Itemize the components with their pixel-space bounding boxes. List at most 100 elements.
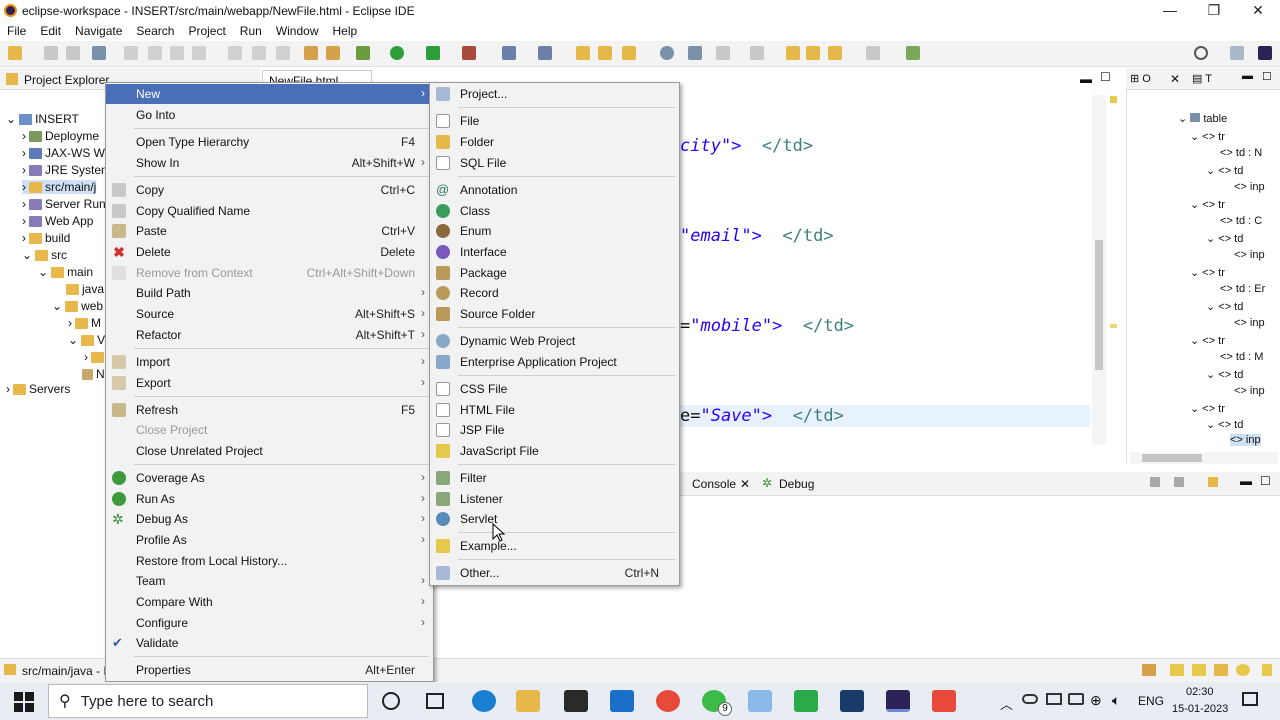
new-item-jsp-file[interactable]: JSP File <box>430 420 679 440</box>
menu-item-remove-from-context[interactable]: Remove from Context Ctrl+Alt+Shift+Down <box>106 263 433 283</box>
camtasia-icon[interactable] <box>794 690 818 712</box>
skip-breakpoints-icon[interactable] <box>124 46 138 60</box>
notification-center-icon[interactable] <box>1242 692 1258 706</box>
monitor-icon[interactable] <box>1046 693 1062 705</box>
menu-navigate[interactable]: Navigate <box>68 22 129 38</box>
pin-editor-icon[interactable] <box>906 46 920 60</box>
console-output[interactable] <box>680 496 1280 660</box>
tree-item-src[interactable]: ⌄ src <box>22 248 67 262</box>
new-item-filter[interactable]: Filter <box>430 468 679 488</box>
back-icon[interactable] <box>806 46 820 60</box>
menu-item-restore-local-history[interactable]: Restore from Local History... <box>106 551 433 571</box>
outline-item[interactable]: <> inp <box>1234 181 1265 193</box>
menu-item-paste[interactable]: Paste Ctrl+V <box>106 221 433 241</box>
console-tab[interactable]: Console <box>692 477 736 491</box>
web-browser-icon[interactable] <box>660 46 674 60</box>
expand-arrow-icon[interactable]: ⌄ <box>6 112 16 126</box>
outline-horizontal-scrollbar[interactable] <box>1130 452 1278 464</box>
outline-item[interactable]: ⌄ <> tr <box>1190 266 1225 279</box>
outline-item[interactable]: ⌄ <> td <box>1206 300 1243 313</box>
menu-item-coverage-as[interactable]: Coverage As › <box>106 468 433 488</box>
menu-item-run-as[interactable]: Run As › <box>106 489 433 509</box>
forward-icon[interactable] <box>828 46 842 60</box>
new-item-other[interactable]: Other... Ctrl+N <box>430 563 679 583</box>
new-item-listener[interactable]: Listener <box>430 489 679 509</box>
menu-edit[interactable]: Edit <box>33 22 68 38</box>
new-item-example[interactable]: Example... <box>430 536 679 556</box>
tree-item-java[interactable]: java <box>66 282 104 296</box>
menu-project[interactable]: Project <box>181 22 232 38</box>
menu-item-open-type-hierarchy[interactable]: Open Type Hierarchy F4 <box>106 132 433 152</box>
tree-item-newfile[interactable]: N <box>82 367 105 381</box>
tree-item-main[interactable]: ⌄ main <box>38 265 93 279</box>
search-toolbar-icon[interactable] <box>622 46 636 60</box>
menu-item-close-unrelated-project[interactable]: Close Unrelated Project <box>106 441 433 461</box>
step-return-icon[interactable] <box>276 46 290 60</box>
external-tools-icon[interactable] <box>462 46 476 60</box>
tree-item-meta-inf[interactable]: › M <box>68 316 101 330</box>
suspend-icon[interactable] <box>170 46 184 60</box>
volume-icon[interactable]: 🔈︎ <box>1112 692 1120 709</box>
eclipse-taskbar-icon[interactable] <box>886 690 910 712</box>
new-item-source-folder[interactable]: Source Folder <box>430 304 679 324</box>
code-line-4[interactable]: e="Save"> </td> <box>680 406 844 426</box>
tree-item-deployment[interactable]: › Deployme <box>22 129 99 143</box>
resume-icon[interactable] <box>148 46 162 60</box>
console-pin-icon[interactable] <box>1150 477 1160 487</box>
language-indicator[interactable]: ENG <box>1138 694 1164 708</box>
menu-item-close-project[interactable]: Close Project <box>106 420 433 440</box>
menu-item-compare-with[interactable]: Compare With › <box>106 592 433 612</box>
outline-item[interactable]: ⌄ <> td <box>1206 164 1243 177</box>
new-item-annotation[interactable]: @ Annotation <box>430 180 679 200</box>
new-item-file[interactable]: File <box>430 111 679 131</box>
new-item-record[interactable]: Record <box>430 283 679 303</box>
open-console-icon[interactable] <box>1208 477 1218 487</box>
new-java-class-icon[interactable] <box>538 46 552 60</box>
new-item-html-file[interactable]: HTML File <box>430 400 679 420</box>
minimize-console-icon[interactable]: ▬ <box>1240 474 1252 488</box>
outline-item[interactable]: ⌄ <> td <box>1206 368 1243 381</box>
menu-run[interactable]: Run <box>233 22 269 38</box>
terminate-icon[interactable] <box>192 46 206 60</box>
save-icon[interactable] <box>44 46 58 60</box>
outline-item[interactable]: ⌄ <> tr <box>1190 334 1225 347</box>
minimize-editor-icon[interactable]: ▬ <box>1080 72 1092 86</box>
forward-history-icon[interactable] <box>866 46 880 60</box>
chrome-icon[interactable] <box>656 690 680 712</box>
maximize-editor-icon[interactable]: ☐ <box>1100 70 1111 84</box>
new-item-enterprise-application-project[interactable]: Enterprise Application Project <box>430 352 679 372</box>
status-tool-icon[interactable] <box>1170 664 1184 676</box>
outline-item[interactable]: <> td : N <box>1220 147 1262 159</box>
outline-item[interactable]: <> td : Er <box>1220 283 1265 295</box>
outline-item[interactable]: <> td : M <box>1220 351 1263 363</box>
menu-item-refactor[interactable]: Refactor Alt+Shift+T › <box>106 325 433 345</box>
menu-item-export[interactable]: Export › <box>106 373 433 393</box>
windows-start-icon[interactable] <box>14 692 34 712</box>
outline-item[interactable]: ⌄ <> td <box>1206 418 1243 431</box>
menu-item-new[interactable]: New › <box>106 84 433 104</box>
outline-item[interactable]: ⌄ <> tr <box>1190 198 1225 211</box>
debug-tab[interactable]: Debug <box>779 477 814 491</box>
new-item-sql-file[interactable]: SQL File <box>430 153 679 173</box>
tree-item-lib[interactable]: › <box>84 350 104 364</box>
menu-item-import[interactable]: Import › <box>106 352 433 372</box>
debug-icon[interactable] <box>356 46 370 60</box>
new-item-folder[interactable]: Folder <box>430 132 679 152</box>
tree-item-jaxws[interactable]: › JAX-WS W <box>22 146 105 160</box>
menu-item-team[interactable]: Team › <box>106 571 433 591</box>
menu-item-profile-as[interactable]: Profile As › <box>106 530 433 550</box>
clock-time[interactable]: 02:30 <box>1186 686 1214 698</box>
maximize-console-icon[interactable]: ☐ <box>1260 474 1271 488</box>
new-item-css-file[interactable]: CSS File <box>430 379 679 399</box>
java-ee-perspective-icon[interactable] <box>1258 46 1272 60</box>
network-icon[interactable]: ⊕ <box>1090 692 1102 709</box>
battery-icon[interactable] <box>1068 693 1084 705</box>
step-over-icon[interactable] <box>252 46 266 60</box>
outline-item[interactable]: <> td : C <box>1220 215 1262 227</box>
menu-item-delete[interactable]: ✖ Delete Delete <box>106 242 433 262</box>
new-item-class[interactable]: Class <box>430 201 679 221</box>
display-console-icon[interactable] <box>1174 477 1184 487</box>
new-item-package[interactable]: Package <box>430 263 679 283</box>
new-item-enum[interactable]: Enum <box>430 221 679 241</box>
maximize-outline-icon[interactable]: ☐ <box>1262 70 1272 83</box>
